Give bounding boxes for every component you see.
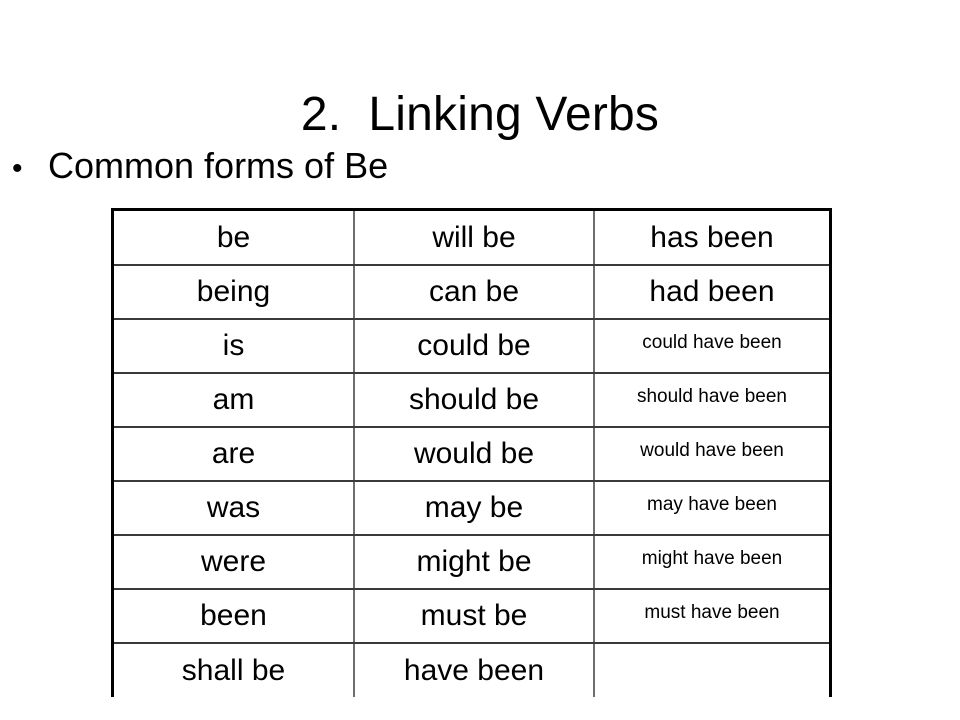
table-cell: must have been	[594, 589, 829, 644]
table-cell: is	[114, 319, 355, 374]
table-cell-empty	[594, 643, 829, 697]
table-cell: may have been	[594, 481, 829, 536]
table-row: been must be must have been	[114, 589, 829, 644]
bullet-item-label: Common forms of Be	[48, 145, 389, 186]
table-cell: must be	[354, 589, 595, 644]
table-cell: should have been	[594, 373, 829, 428]
bullet-marker-icon: •	[12, 152, 23, 185]
table-row: shall be have been	[114, 643, 829, 697]
table-cell: could be	[354, 319, 595, 374]
table-cell: were	[114, 535, 355, 590]
table-cell: have been	[354, 643, 595, 697]
table-row: be will be has been	[114, 211, 829, 266]
table-cell: had been	[594, 265, 829, 320]
table-cell: may be	[354, 481, 595, 536]
table-cell: would have been	[594, 427, 829, 482]
verb-forms-table-container: be will be has been being can be had been is co…	[111, 208, 832, 697]
table-cell: was	[114, 481, 355, 536]
table-row: am should be should have been	[114, 373, 829, 428]
table-cell: has been	[594, 211, 829, 266]
table-row: were might be might have been	[114, 535, 829, 590]
table-cell: shall be	[114, 643, 355, 697]
page-title: 2. Linking Verbs	[300, 88, 660, 142]
table-cell: should be	[354, 373, 595, 428]
table-cell: could have been	[594, 319, 829, 374]
table-cell: be	[114, 211, 355, 266]
table-row: is could be could have been	[114, 319, 829, 374]
table-cell: would be	[354, 427, 595, 482]
table-cell: might have been	[594, 535, 829, 590]
table-cell: being	[114, 265, 355, 320]
table-row: being can be had been	[114, 265, 829, 320]
table-cell: been	[114, 589, 355, 644]
table-row: are would be would have been	[114, 427, 829, 482]
table-cell: am	[114, 373, 355, 428]
table-cell: are	[114, 427, 355, 482]
table-row: was may be may have been	[114, 481, 829, 536]
table-cell: can be	[354, 265, 595, 320]
verb-forms-table: be will be has been being can be had been is co…	[114, 211, 829, 697]
bullet-item: • Common forms of Be	[12, 143, 388, 192]
slide: 2. Linking Verbs • Common forms of Be be…	[0, 0, 960, 720]
table-cell: might be	[354, 535, 595, 590]
table-cell: will be	[354, 211, 595, 266]
